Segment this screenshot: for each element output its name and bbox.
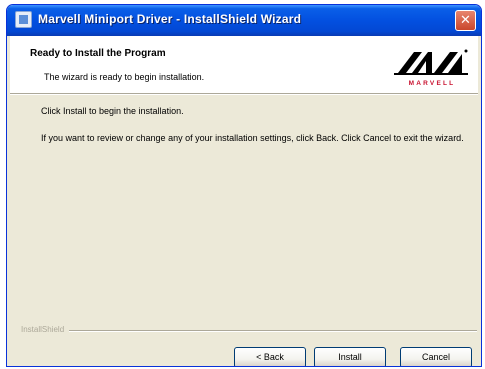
marvell-logo-mark: MARVELL xyxy=(394,49,468,87)
header-title: Ready to Install the Program xyxy=(30,48,166,59)
header-divider xyxy=(10,93,478,95)
install-button[interactable]: Install xyxy=(314,347,386,366)
marvell-logo: MARVELL xyxy=(392,46,470,88)
close-button[interactable]: ✕ xyxy=(455,10,476,31)
installer-window: Marvell Miniport Driver - InstallShield … xyxy=(6,4,482,367)
cancel-button[interactable]: Cancel xyxy=(400,347,472,366)
installshield-brand-label: InstallShield xyxy=(21,325,65,334)
instruction-text: Click Install to begin the installation. xyxy=(41,106,184,116)
review-settings-text: If you want to review or change any of y… xyxy=(41,133,464,143)
window-title: Marvell Miniport Driver - InstallShield … xyxy=(38,12,302,26)
wizard-header: Ready to Install the Program The wizard … xyxy=(10,36,478,93)
back-button[interactable]: < Back xyxy=(234,347,306,366)
title-bar[interactable]: Marvell Miniport Driver - InstallShield … xyxy=(7,5,481,36)
installer-icon xyxy=(15,11,32,28)
logo-wordmark: MARVELL xyxy=(409,80,456,87)
header-subtitle: The wizard is ready to begin installatio… xyxy=(44,72,205,82)
footer-separator xyxy=(69,330,477,332)
